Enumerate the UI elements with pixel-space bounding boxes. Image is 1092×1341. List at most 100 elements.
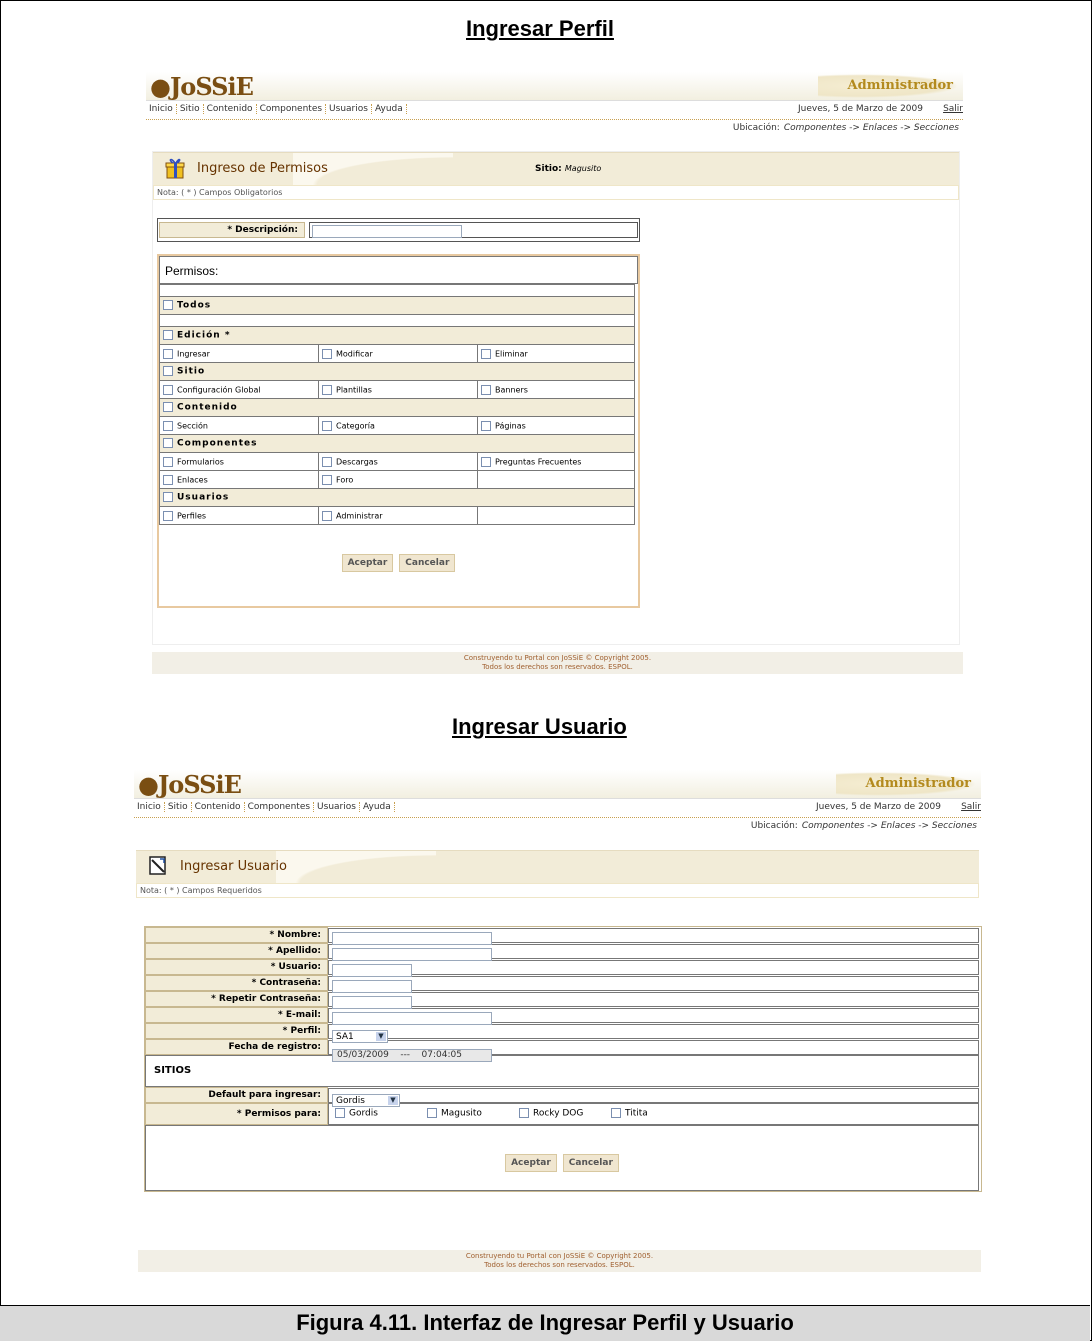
apellido-input[interactable] [332, 947, 492, 961]
current-date: Jueves, 5 de Marzo de 2009 [816, 802, 941, 812]
current-date: Jueves, 5 de Marzo de 2009 [798, 104, 923, 114]
contrasena-label: * Contraseña: [145, 975, 328, 991]
nav-ayuda[interactable]: Ayuda [359, 802, 395, 812]
nombre-label: * Nombre: [145, 927, 328, 943]
enlaces-checkbox[interactable] [163, 474, 173, 485]
formularios-checkbox[interactable] [163, 456, 173, 467]
box-title: Ingresar Usuario [180, 859, 288, 874]
box-title: Ingreso de Permisos [197, 161, 328, 176]
repetir-contrasena-label: * Repetir Contraseña: [145, 991, 328, 1007]
edicion-checkbox[interactable] [163, 330, 173, 341]
descripcion-row: * Descripción: [157, 218, 640, 242]
config-global-checkbox[interactable] [163, 384, 173, 395]
permisos-table: Todos Edición * Ingresar Modificar Elimi… [159, 284, 635, 525]
descripcion-label: * Descripción: [159, 222, 305, 238]
seccion-checkbox[interactable] [163, 420, 173, 431]
permisos-para-label: * Permisos para: [145, 1103, 328, 1125]
email-label: * E-mail: [145, 1007, 328, 1023]
nav-sitio[interactable]: Sitio [164, 802, 192, 812]
content-box: Ingresar Usuario Nota: ( * ) Campos Requ… [136, 850, 982, 1238]
section-title-usuario: Ingresar Usuario [452, 714, 627, 739]
section-title-perfil: Ingresar Perfil [466, 16, 614, 41]
nav-bar: Inicio Sitio Contenido Componentes Usuarios A… [146, 101, 963, 120]
perfil-label: * Perfil: [145, 1023, 328, 1039]
group-sitio: Sitio [159, 362, 635, 381]
descargas-checkbox[interactable] [322, 456, 332, 467]
email-input[interactable] [332, 1011, 492, 1025]
banners-checkbox[interactable] [481, 384, 491, 395]
nav-componentes[interactable]: Componentes [256, 104, 327, 114]
default-ingresar-select[interactable]: Gordis ▼ [332, 1093, 400, 1107]
perfiles-checkbox[interactable] [163, 510, 173, 521]
group-todos: Todos [159, 296, 635, 315]
group-edicion: Edición * [159, 326, 635, 345]
nav-ayuda[interactable]: Ayuda [371, 104, 407, 114]
plantillas-checkbox[interactable] [322, 384, 332, 395]
contrasena-input[interactable] [332, 979, 412, 993]
nav-componentes[interactable]: Componentes [244, 802, 315, 812]
nav-contenido[interactable]: Contenido [191, 802, 245, 812]
fecha-registro-label: Fecha de registro: [145, 1039, 328, 1055]
modificar-checkbox[interactable] [322, 348, 332, 359]
sitio-label: Sitio: Magusito [535, 164, 602, 174]
nav-inicio[interactable]: Inicio [134, 802, 165, 812]
footer: Construyendo tu Portal con JoSSiE © Copy… [138, 1250, 981, 1272]
contenido-checkbox[interactable] [163, 402, 173, 413]
nombre-input[interactable] [332, 931, 492, 945]
chevron-down-icon: ▼ [376, 1031, 386, 1041]
box-header: Ingreso de Permisos Sitio: Magusito [153, 152, 959, 185]
nav-bar: Inicio Sitio Contenido Componentes Usuarios A… [134, 799, 981, 818]
todos-checkbox[interactable] [163, 300, 173, 311]
perfil-select[interactable]: SA1 ▼ [332, 1029, 388, 1043]
nav-sitio[interactable]: Sitio [176, 104, 204, 114]
sitio-titita-checkbox[interactable] [611, 1108, 621, 1118]
ubicacion-label: Ubicación: [732, 123, 780, 133]
descripcion-input[interactable] [312, 225, 462, 238]
aceptar-button[interactable]: Aceptar [505, 1154, 557, 1172]
admin-badge: Administrador [835, 772, 977, 796]
jossie-logo: ●JoSSiE [150, 72, 254, 101]
group-componentes: Componentes [159, 434, 635, 453]
ingresar-checkbox[interactable] [163, 348, 173, 359]
fecha-registro-field: 05/03/2009 --- 07:04:05 [332, 1048, 492, 1062]
componentes-checkbox[interactable] [163, 438, 173, 449]
salir-link[interactable]: Salir [961, 802, 981, 812]
content-box: Ingreso de Permisos Sitio: Magusito Nota… [152, 151, 960, 645]
permisos-para-sitios: Gordis Magusito Rocky DOG Titita [328, 1103, 979, 1125]
sitio-rocky-dog-checkbox[interactable] [519, 1108, 529, 1118]
usuario-screenshot: ●JoSSiE Administrador Inicio Sitio Conteni… [134, 770, 982, 1275]
cancelar-button[interactable]: Cancelar [562, 1154, 619, 1172]
usuario-form: * Nombre: * Apellido: * Usuario: * Contr… [144, 926, 982, 1192]
aceptar-button[interactable]: Aceptar [341, 554, 394, 572]
nav-usuarios[interactable]: Usuarios [326, 104, 372, 114]
paginas-checkbox[interactable] [481, 420, 491, 431]
default-ingresar-label: Default para ingresar: [145, 1087, 328, 1103]
usuarios-checkbox[interactable] [163, 492, 173, 503]
jossie-logo: ●JoSSiE [138, 770, 242, 799]
preguntas-checkbox[interactable] [481, 456, 491, 467]
usuario-label: * Usuario: [145, 959, 328, 975]
edit-icon [149, 856, 166, 875]
location-bar: Ubicación: Componentes -> Enlaces -> Secc… [146, 120, 963, 136]
sitio-magusito-checkbox[interactable] [427, 1108, 437, 1118]
group-usuarios: Usuarios [159, 488, 635, 507]
app-header: ●JoSSiE Administrador [134, 770, 981, 799]
nav-contenido[interactable]: Contenido [203, 104, 257, 114]
eliminar-checkbox[interactable] [481, 348, 491, 359]
nota-requeridos: Nota: ( * ) Campos Requeridos [136, 883, 979, 898]
nav-inicio[interactable]: Inicio [146, 104, 177, 114]
permisos-title: Permisos: [159, 256, 638, 284]
group-contenido: Contenido [159, 398, 635, 417]
administrar-checkbox[interactable] [322, 510, 332, 521]
ubicacion-path: Componentes -> Enlaces -> Secciones [801, 821, 977, 831]
usuario-input[interactable] [332, 963, 412, 977]
salir-link[interactable]: Salir [943, 104, 963, 114]
repetir-contrasena-input[interactable] [332, 995, 412, 1009]
sitio-gordis-checkbox[interactable] [335, 1108, 345, 1118]
categoria-checkbox[interactable] [322, 420, 332, 431]
nav-usuarios[interactable]: Usuarios [314, 802, 360, 812]
foro-checkbox[interactable] [322, 474, 332, 485]
nota-obligatorios: Nota: ( * ) Campos Obligatorios [153, 185, 959, 200]
cancelar-button[interactable]: Cancelar [399, 554, 456, 572]
sitio-checkbox[interactable] [163, 366, 173, 377]
